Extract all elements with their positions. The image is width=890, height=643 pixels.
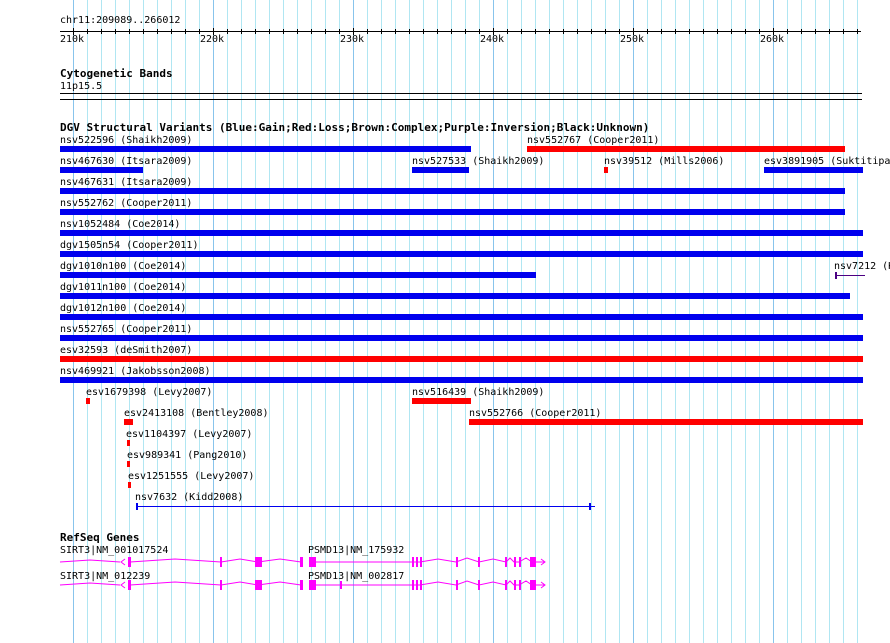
exon (530, 557, 536, 567)
ruler-tick (829, 29, 830, 34)
ruler-tick (381, 29, 382, 34)
sirt3-intron (59, 559, 121, 563)
ruler-tick (703, 29, 704, 34)
ruler-tick (311, 29, 312, 34)
ruler-tick (591, 29, 592, 34)
exon (456, 557, 458, 567)
ruler-tick-label: 240k (480, 34, 505, 45)
ruler-tick (535, 29, 536, 34)
ruler-tick (745, 29, 746, 34)
ruler-tick (521, 29, 522, 34)
ruler-tick (675, 29, 676, 34)
exon (514, 580, 516, 590)
intron-line (129, 581, 302, 586)
ruler-tick (395, 29, 396, 34)
ruler-tick-label: 260k (760, 34, 785, 45)
exon (340, 581, 342, 589)
ruler-tick (255, 29, 256, 34)
intron-line (129, 558, 302, 563)
exon (255, 557, 262, 567)
exon (505, 580, 507, 590)
ruler-tick (423, 29, 424, 34)
ruler-tick (115, 29, 116, 34)
exon (416, 557, 418, 567)
ruler-tick (507, 29, 508, 34)
ruler-tick (325, 29, 326, 34)
refseq-gene-models (59, 557, 546, 590)
exon (412, 557, 414, 567)
ruler-tick (787, 29, 788, 34)
exon (519, 580, 521, 590)
ruler-tick (717, 29, 718, 34)
ruler-tick (409, 29, 410, 34)
exon (220, 580, 222, 590)
exon (128, 557, 131, 567)
psmd13-intron (316, 580, 545, 586)
ruler-tick (367, 29, 368, 34)
exon (505, 557, 507, 567)
exon (420, 557, 422, 567)
exon (530, 580, 536, 590)
sirt3-intron (59, 582, 121, 586)
exon (478, 580, 480, 590)
ruler-tick (227, 29, 228, 34)
ruler-tick-label: 220k (200, 34, 225, 45)
ruler-tick (605, 29, 606, 34)
strand-arrow-left-icon (120, 558, 126, 566)
exon (514, 557, 516, 567)
exon (420, 580, 422, 590)
exon (412, 580, 414, 590)
ruler-tick (577, 29, 578, 34)
ruler-tick (297, 29, 298, 34)
exon (309, 557, 316, 567)
ruler-tick (815, 29, 816, 34)
exon (478, 557, 480, 567)
exon (255, 580, 262, 590)
exon (220, 557, 222, 567)
ruler-tick (801, 29, 802, 34)
exon (416, 580, 418, 590)
ruler-tick (843, 29, 844, 34)
ruler-tick (451, 29, 452, 34)
psmd13-intron (316, 557, 545, 563)
ruler-tick (241, 29, 242, 34)
ruler-tick (689, 29, 690, 34)
ruler-tick (661, 29, 662, 34)
genome-browser-view: chr11:209089..266012 Cytogenetic Bands 1… (0, 0, 890, 643)
ruler-tick (157, 29, 158, 34)
exon (456, 580, 458, 590)
ruler-tick (465, 29, 466, 34)
exon (300, 580, 303, 590)
exon (519, 557, 521, 567)
ruler-tick (269, 29, 270, 34)
ruler-tick (101, 29, 102, 34)
ruler-tick-label: 230k (340, 34, 365, 45)
ruler-tick-label: 250k (620, 34, 645, 45)
exon (309, 580, 316, 590)
ruler-tick (647, 29, 648, 34)
ruler-tick (171, 29, 172, 34)
ruler-tick (563, 29, 564, 34)
ruler-tick (87, 29, 88, 34)
ruler-tick (857, 29, 858, 34)
ruler-tick-label: 210k (60, 34, 85, 45)
ruler-tick (185, 29, 186, 34)
ruler-tick (437, 29, 438, 34)
strand-arrow-left-icon (120, 581, 126, 589)
exon (128, 580, 131, 590)
ruler-tick (549, 29, 550, 34)
ruler-tick (731, 29, 732, 34)
ruler-tick (143, 29, 144, 34)
ruler-tick (283, 29, 284, 34)
exon (300, 557, 303, 567)
ruler-tick (129, 29, 130, 34)
